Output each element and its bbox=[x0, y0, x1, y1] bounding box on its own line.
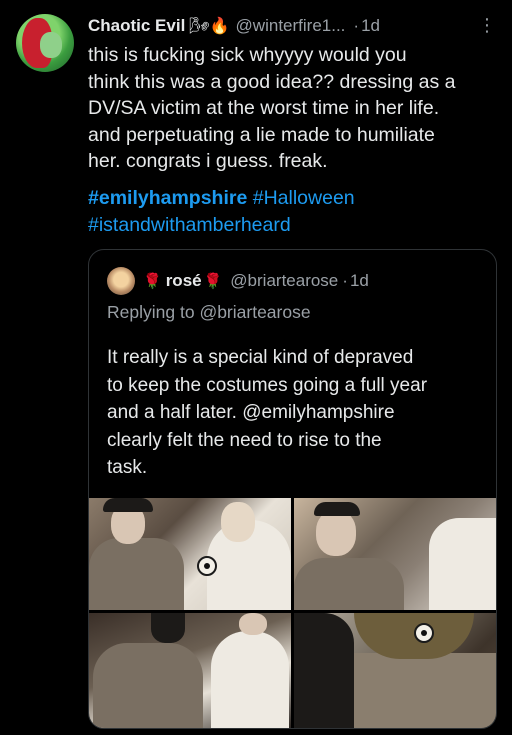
replying-to: Replying to @briartearose bbox=[107, 302, 311, 323]
quote-text: It really is a special kind of depraved … bbox=[107, 344, 489, 482]
author-name[interactable]: Chaotic Evil bbox=[88, 16, 185, 36]
photo-shape bbox=[221, 502, 255, 542]
photo-shape bbox=[294, 558, 404, 610]
photo-shape bbox=[103, 498, 153, 512]
photo-shape bbox=[89, 538, 184, 610]
quote-header: 🌹 rosé 🌹 @briartearose · 1d bbox=[107, 267, 369, 295]
tweet-line: think this was a good idea?? dressing as… bbox=[88, 70, 456, 93]
quote-line: task. bbox=[107, 457, 148, 478]
quote-author-handle[interactable]: @briartearose bbox=[230, 271, 338, 291]
tweet-line: and perpetuating a lie made to humiliate bbox=[88, 123, 435, 146]
quote-line: It really is a special kind of depraved bbox=[107, 347, 414, 368]
hashtag-link[interactable]: #istandwithamberheard bbox=[88, 214, 291, 236]
photo-shape bbox=[314, 502, 360, 516]
quote-author-avatar[interactable] bbox=[107, 267, 135, 295]
media-grid bbox=[89, 498, 496, 728]
replying-handle[interactable]: @briartearose bbox=[199, 302, 310, 322]
photo-shape bbox=[93, 643, 203, 728]
more-options-icon[interactable]: ⋮ bbox=[478, 14, 496, 38]
rose-emoji: 🌹 bbox=[203, 273, 223, 290]
photo-2[interactable] bbox=[294, 498, 496, 610]
author-avatar[interactable] bbox=[16, 14, 74, 72]
quoted-tweet[interactable]: 🌹 rosé 🌹 @briartearose · 1d Replying to … bbox=[88, 249, 497, 729]
hashtag-link[interactable]: #emilyhampshire bbox=[88, 187, 247, 209]
tweet-text: this is fucking sick whyyyy would you th… bbox=[88, 42, 500, 175]
hashtags: #emilyhampshire #Halloween #istandwitham… bbox=[88, 185, 500, 238]
photo-shape bbox=[294, 613, 354, 728]
photo-shape bbox=[414, 623, 434, 643]
quote-line: clearly felt the need to rise to the bbox=[107, 429, 382, 451]
avatar-face bbox=[40, 32, 62, 58]
tweet-line: this is fucking sick whyyyy would you bbox=[88, 44, 407, 66]
separator-dot: · bbox=[353, 16, 360, 35]
quote-author-name[interactable]: rosé bbox=[166, 271, 202, 291]
photo-1[interactable] bbox=[89, 498, 291, 610]
tweet-header: Chaotic Evil 🌬🔥 @winterfire1... · 1d bbox=[88, 14, 498, 38]
replying-label: Replying to bbox=[107, 302, 195, 322]
photo-shape bbox=[316, 510, 356, 556]
author-emoji: 🌬🔥 bbox=[189, 18, 230, 35]
photo-4[interactable] bbox=[294, 613, 496, 728]
quote-line: to keep the costumes going a full year bbox=[107, 374, 428, 396]
tweet-line: her. congrats i guess. freak. bbox=[88, 150, 328, 172]
separator-dot: · bbox=[342, 271, 348, 290]
hashtag-link[interactable]: #Halloween bbox=[253, 187, 355, 209]
rose-emoji: 🌹 bbox=[143, 273, 162, 290]
photo-shape bbox=[211, 631, 289, 728]
photo-shape bbox=[151, 613, 185, 643]
quote-time[interactable]: 1d bbox=[350, 271, 369, 291]
tweet-line: DV/SA victim at the worst time in her li… bbox=[88, 97, 440, 119]
photo-shape bbox=[197, 556, 217, 576]
author-handle[interactable]: @winterfire1... bbox=[236, 16, 346, 36]
quote-line: and a half later. @emilyhampshire bbox=[107, 402, 395, 423]
photo-shape bbox=[239, 613, 267, 635]
photo-shape bbox=[429, 518, 496, 610]
tweet: Chaotic Evil 🌬🔥 @winterfire1... · 1d ⋮ t… bbox=[0, 0, 512, 735]
photo-3[interactable] bbox=[89, 613, 291, 728]
tweet-time[interactable]: 1d bbox=[361, 16, 380, 36]
